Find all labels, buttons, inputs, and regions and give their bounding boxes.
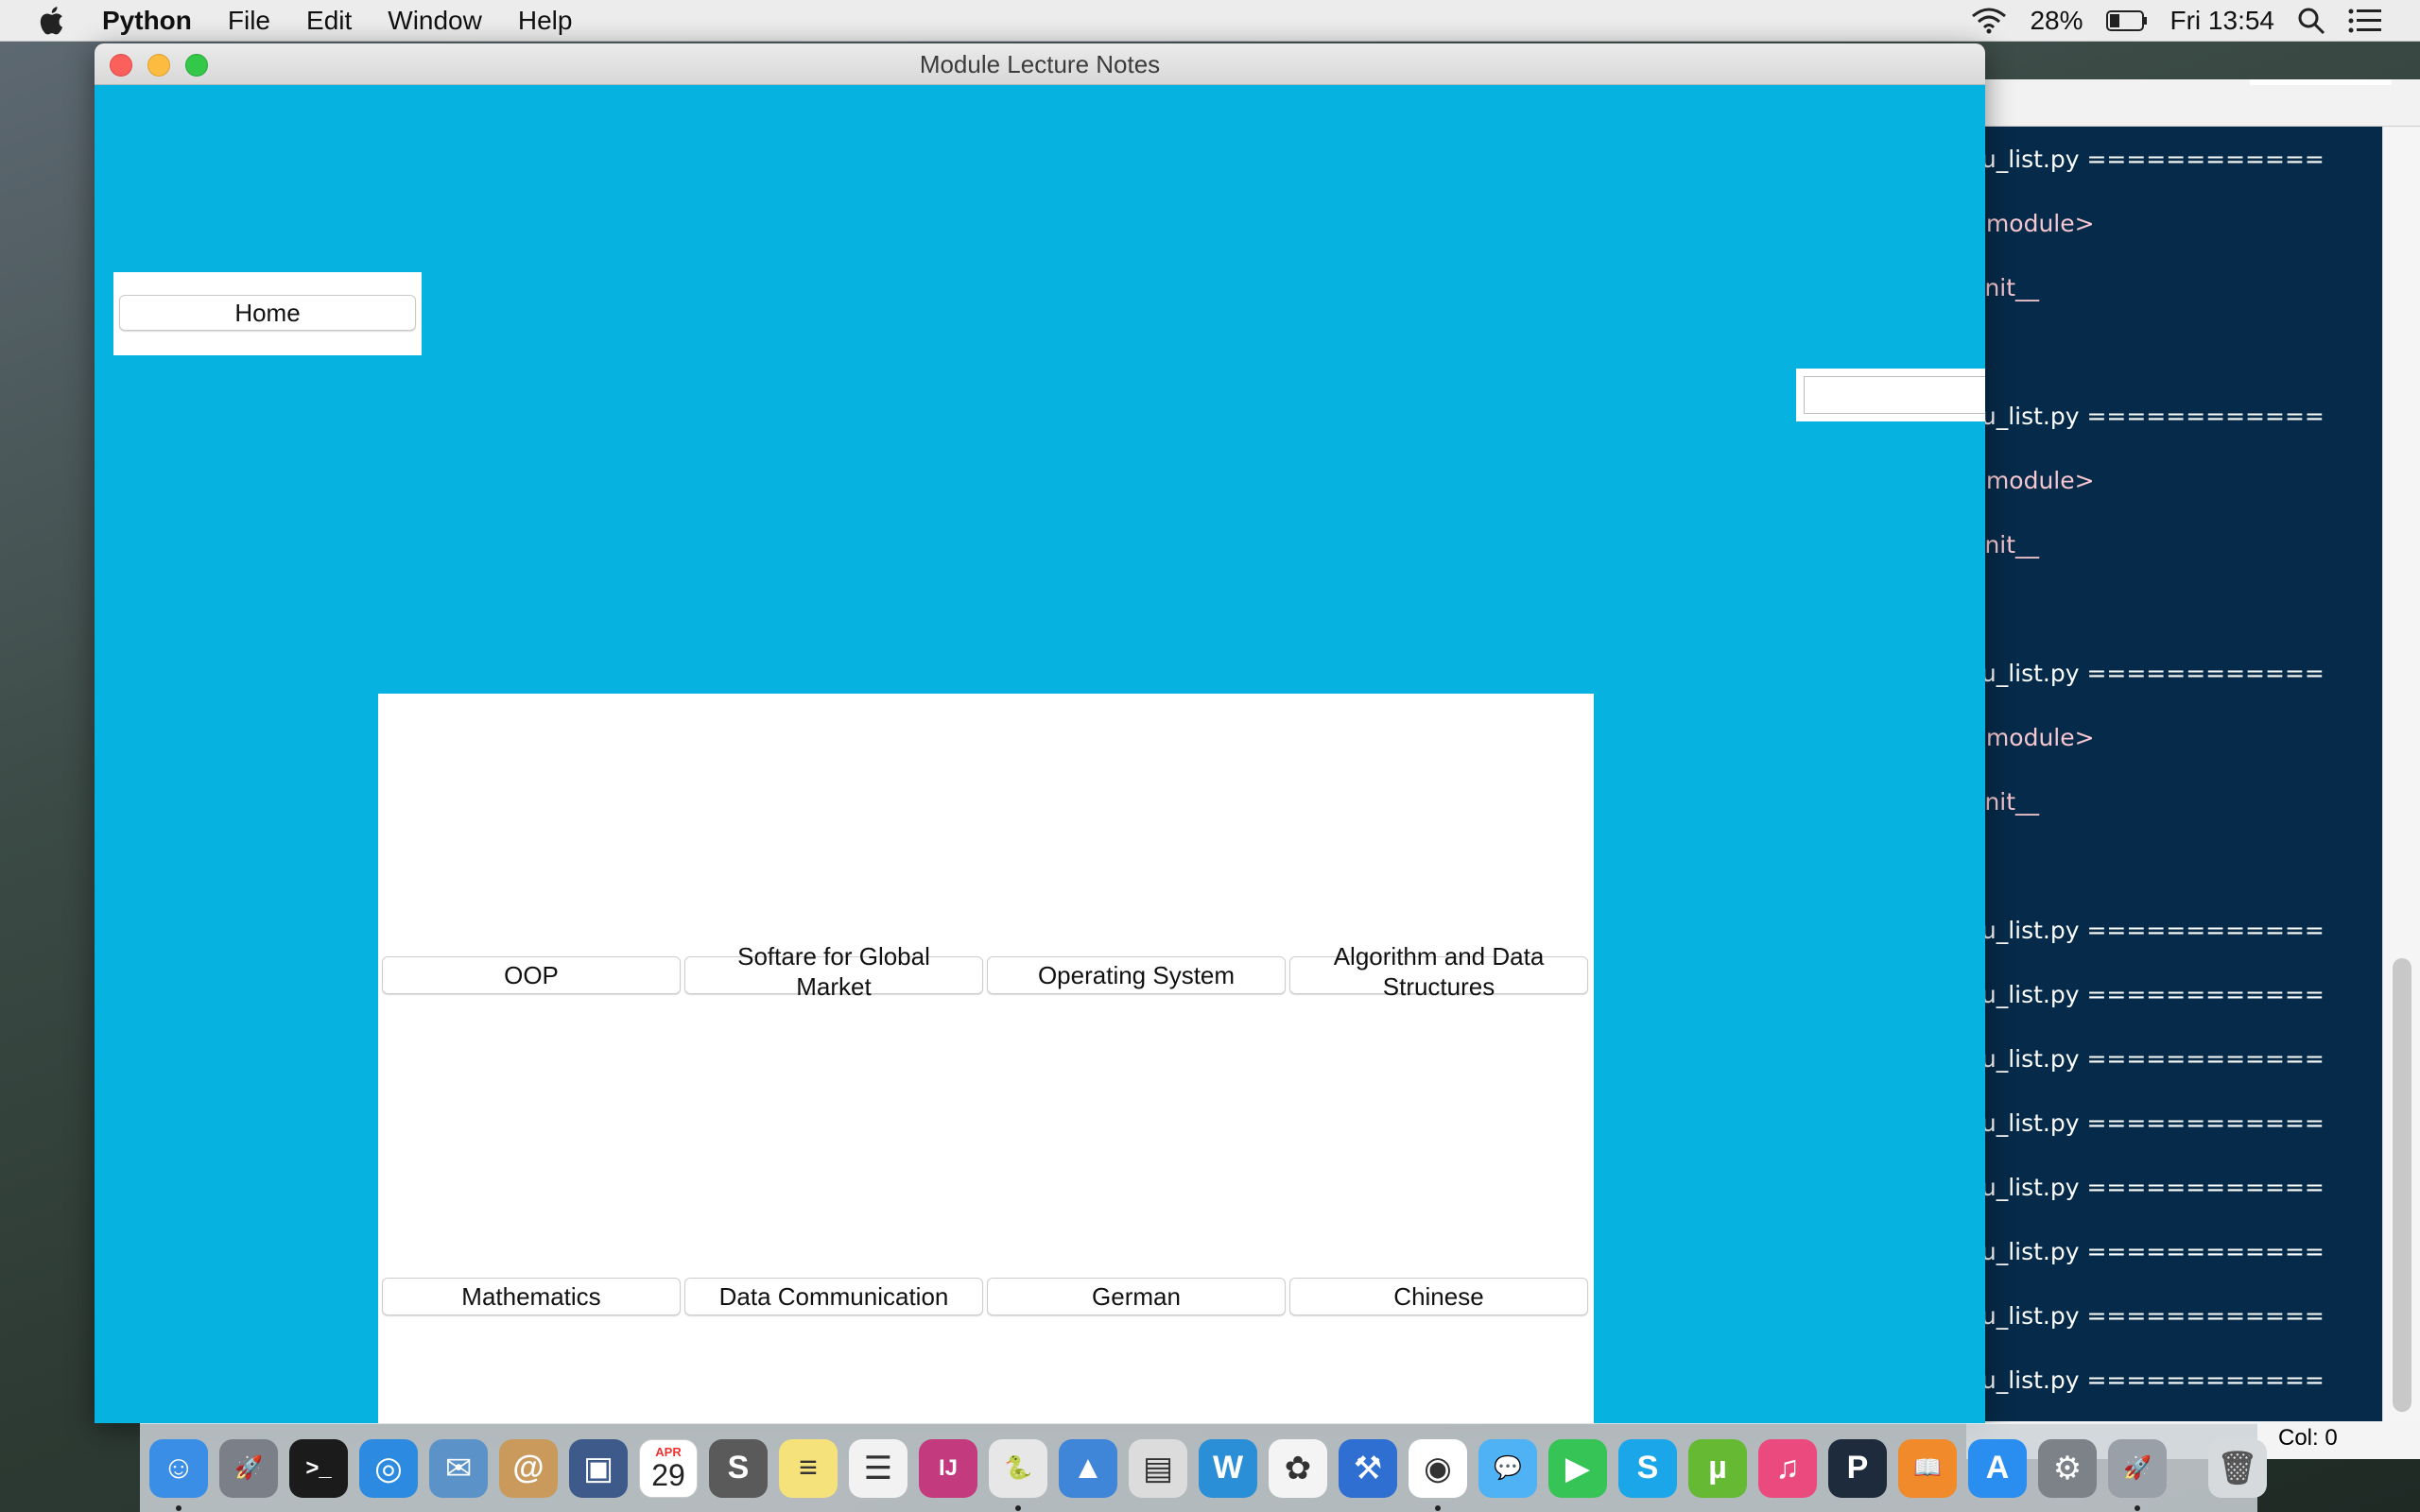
calendar-icon[interactable]: APR 29 [639, 1438, 698, 1498]
menu-window[interactable]: Window [388, 6, 482, 36]
running-indicator [176, 1504, 182, 1511]
wifi-icon[interactable] [1971, 7, 2007, 35]
python-shell-window[interactable]: nu_list.py ============ <module> _init__ nu… [1966, 79, 2420, 1459]
notification-center-icon[interactable] [2348, 8, 2382, 34]
window-content: Home OOP Softare for Global Market Opera… [95, 85, 1985, 1423]
battery-icon[interactable] [2105, 9, 2148, 32]
menu-help[interactable]: Help [518, 6, 573, 36]
home-frame: Home [113, 272, 422, 355]
console-line: nu_list.py ============ [1966, 1302, 2325, 1330]
entry-frame [1796, 369, 1985, 421]
console-line: nu_list.py ============ [1966, 403, 2325, 430]
finder-icon[interactable]: ☺ [149, 1438, 208, 1511]
preview-icon[interactable]: ▤ [1129, 1438, 1187, 1498]
virtualbox-icon[interactable]: ▣ [569, 1438, 628, 1498]
modules-panel: OOP Softare for Global Market Operating … [378, 694, 1594, 1423]
console-line: nu_list.py ============ [1966, 146, 2325, 173]
terminal-icon[interactable]: >_ [289, 1438, 348, 1498]
messages-icon[interactable]: 💬 [1478, 1438, 1537, 1498]
module-button-data-communication[interactable]: Data Communication [684, 1278, 983, 1315]
facetime-icon[interactable]: ▶ [1548, 1438, 1607, 1498]
console-line: nu_list.py ============ [1966, 1109, 2325, 1137]
trash-icon[interactable]: 🗑 [2208, 1438, 2267, 1498]
utorrent-icon[interactable]: µ [1688, 1438, 1747, 1498]
console-line: nu_list.py ============ [1966, 1045, 2325, 1073]
pycharm-p-icon[interactable]: P [1828, 1438, 1887, 1498]
close-window-button[interactable] [110, 54, 132, 77]
running-indicator [2135, 1504, 2140, 1511]
safari-icon[interactable]: ◎ [359, 1438, 418, 1498]
itunes-icon[interactable]: ♫ [1758, 1438, 1817, 1498]
module-button-frame [684, 956, 983, 994]
scrollbar-thumb[interactable] [2393, 958, 2411, 1412]
menu-edit[interactable]: Edit [306, 6, 352, 36]
console-line: nu_list.py ============ [1966, 1366, 2325, 1394]
module-button-german[interactable]: German [987, 1278, 1286, 1315]
menu-bar: Python File Edit Window Help 28% Fri 13:… [0, 0, 2420, 42]
console-line: <module> [1966, 724, 2095, 751]
mail-icon[interactable]: ✉ [429, 1438, 488, 1498]
xcode-icon[interactable]: ⚒ [1339, 1438, 1397, 1498]
wiresharkish-icon[interactable]: W [1199, 1438, 1257, 1498]
console-line: <module> [1966, 210, 2095, 237]
module-button-oop[interactable]: OOP [382, 956, 681, 994]
apple-icon[interactable] [36, 4, 70, 38]
photos-icon[interactable]: ✿ [1269, 1438, 1327, 1498]
calendar-month: APR [655, 1444, 682, 1459]
text-entry[interactable] [1804, 376, 1985, 414]
ibooks-icon[interactable]: 📖 [1898, 1438, 1957, 1498]
console-line: nu_list.py ============ [1966, 981, 2325, 1008]
system-preferences-icon[interactable]: ⚙ [2038, 1438, 2097, 1498]
module-button-operating-system[interactable]: Operating System [987, 956, 1286, 994]
column-indicator: Col: 0 [2278, 1425, 2338, 1451]
sublime-text-icon[interactable]: S [709, 1438, 768, 1498]
shell-scrollbar[interactable] [2382, 127, 2420, 1421]
running-indicator [1435, 1504, 1441, 1511]
skype-icon[interactable]: S [1618, 1438, 1677, 1498]
chrome-icon[interactable]: ◉ [1409, 1438, 1467, 1511]
menu-app-name[interactable]: Python [102, 6, 192, 36]
maximize-window-button[interactable] [185, 54, 208, 77]
dock: ☺ 🚀 >_ ◎ ✉ @ ▣ APR 29 S ≡ ☰ IJ 🐍 ▲ ▤ W ✿ ⚒ ◉ 💬 ▶ Sµ ♫ P 📖 A ⚙ 🚀 🗑 [140, 1423, 2267, 1512]
console-line: <module> [1966, 467, 2095, 494]
keynote-icon[interactable]: ▲ [1059, 1438, 1117, 1498]
console-line: nu_list.py ============ [1966, 1238, 2325, 1265]
spotlight-search-icon[interactable] [2297, 7, 2325, 35]
module-button-chinese[interactable]: Chinese [1289, 1278, 1588, 1315]
reminders-icon[interactable]: ☰ [849, 1438, 908, 1498]
shell-console[interactable]: nu_list.py ============ <module> _init__ nu… [1966, 127, 2382, 1421]
module-button-frame [1289, 956, 1588, 994]
shell-title-strip [1966, 79, 2420, 127]
launchpad-icon[interactable]: 🚀 [219, 1438, 278, 1498]
module-button-algorithms-data-structures[interactable]: Algorithm and Data Structures [1289, 941, 1588, 1001]
console-line: nu_list.py ============ [1966, 917, 2325, 944]
console-line: nu_list.py ============ [1966, 660, 2325, 687]
calendar-day: 29 [651, 1457, 685, 1492]
menu-file[interactable]: File [228, 6, 270, 36]
notes-icon[interactable]: ≡ [779, 1438, 838, 1498]
python-launcher-icon[interactable]: 🐍 [989, 1438, 1047, 1511]
window-title-bar[interactable]: Module Lecture Notes [95, 43, 1985, 85]
running-indicator [1015, 1504, 1021, 1511]
window-title: Module Lecture Notes [919, 50, 1161, 78]
battery-percent[interactable]: 28% [2030, 6, 2083, 36]
app-store-icon[interactable]: A [1968, 1438, 2027, 1498]
module-lecture-notes-window[interactable]: Module Lecture Notes Home OOP Softare fo… [95, 43, 1985, 1423]
contacts-icon[interactable]: @ [499, 1438, 558, 1498]
module-button-mathematics[interactable]: Mathematics [382, 1278, 681, 1315]
console-line: nu_list.py ============ [1966, 1174, 2325, 1201]
home-button[interactable]: Home [119, 295, 416, 331]
clock[interactable]: Fri 13:54 [2170, 6, 2275, 36]
rocket-app-icon[interactable]: 🚀 [2108, 1438, 2167, 1511]
minimize-window-button[interactable] [147, 54, 170, 77]
module-button-software-global-market[interactable]: Softare for Global Market [684, 941, 983, 1001]
intellij-idea-icon[interactable]: IJ [919, 1438, 977, 1498]
